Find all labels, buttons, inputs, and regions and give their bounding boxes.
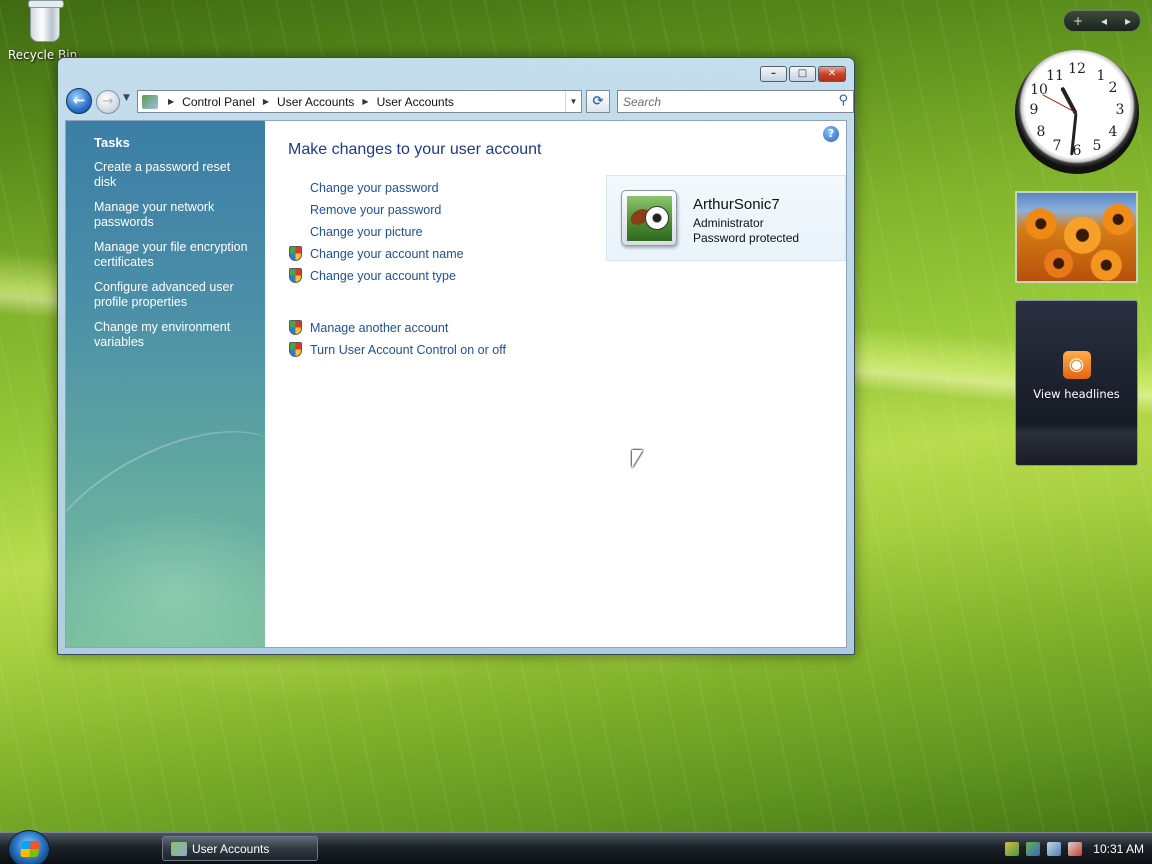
breadcrumb-control-panel[interactable]: Control Panel: [182, 95, 255, 109]
sidebar-controls: + ◂ ▸: [1063, 10, 1141, 32]
previous-page-icon[interactable]: ◂: [1101, 14, 1107, 28]
action-link[interactable]: Turn User Account Control on or off: [310, 343, 506, 357]
rss-feed-icon: ◉: [1062, 351, 1091, 379]
recent-pages-dropdown[interactable]: ▼: [123, 93, 130, 103]
task-configure-advanced-profile-properties[interactable]: Configure advanced user profile properti…: [94, 280, 253, 310]
network-icon[interactable]: [1047, 842, 1062, 856]
add-gadget-icon[interactable]: +: [1073, 14, 1083, 28]
action-turn-uac-on-off[interactable]: Turn User Account Control on or off: [288, 339, 828, 361]
user-accounts-icon: [171, 841, 187, 856]
chevron-right-icon[interactable]: ▶: [263, 97, 269, 106]
view-headlines-label[interactable]: View headlines: [1016, 387, 1137, 401]
page-title: Make changes to your user account: [288, 141, 542, 158]
clock-numeral: 5: [1092, 138, 1102, 154]
account-name: ArthurSonic7: [693, 196, 780, 213]
task-create-password-reset-disk[interactable]: Create a password reset disk: [94, 160, 253, 190]
volume-muted-icon[interactable]: [1068, 842, 1083, 856]
clock-numeral: 12: [1068, 61, 1086, 77]
recycle-bin-icon: [28, 0, 64, 42]
uac-shield-icon: [289, 320, 302, 335]
slideshow-gadget[interactable]: [1015, 191, 1138, 283]
clock-numeral: 9: [1029, 102, 1039, 118]
task-change-environment-variables[interactable]: Change my environment variables: [94, 320, 253, 350]
chevron-right-icon[interactable]: ▶: [168, 97, 174, 106]
mouse-pointer-icon: [632, 450, 643, 468]
clock-gadget[interactable]: 12 1 2 3 4 5 6 7 8 9 10 11: [1015, 50, 1139, 174]
taskbar-button-user-accounts[interactable]: User Accounts: [162, 836, 318, 861]
uac-shield-icon: [289, 268, 302, 283]
action-link[interactable]: Change your account name: [310, 247, 464, 261]
breadcrumb-user-accounts[interactable]: User Accounts: [277, 95, 354, 109]
back-button[interactable]: ←: [66, 88, 92, 114]
breadcrumb-user-accounts-current[interactable]: User Accounts: [377, 95, 454, 109]
start-button[interactable]: [8, 830, 50, 864]
taskbar-clock[interactable]: 10:31 AM: [1093, 842, 1144, 856]
address-dropdown-button[interactable]: ▼: [565, 91, 581, 112]
control-panel-icon: [142, 94, 158, 109]
forward-button[interactable]: →: [96, 90, 120, 114]
minimize-button[interactable]: –: [760, 66, 787, 82]
tasks-pane: Tasks Create a password reset disk Manag…: [66, 121, 265, 647]
soccer-ball-icon: [645, 206, 669, 230]
account-summary-card: ArthurSonic7 Administrator Password prot…: [606, 175, 846, 261]
account-picture: [627, 196, 672, 241]
chevron-right-icon[interactable]: ▶: [362, 97, 368, 106]
clock-numeral: 8: [1036, 124, 1046, 140]
clock-numeral: 2: [1108, 80, 1118, 96]
navigation-bar: ← → ▼ ▶ Control Panel ▶ User Accounts ▶ …: [66, 88, 854, 114]
search-icon[interactable]: ⚲: [838, 93, 848, 108]
tasks-heading: Tasks: [94, 135, 130, 150]
user-accounts-window: – □ ✕ ← → ▼ ▶ Control Panel ▶ User Accou…: [57, 57, 855, 655]
action-link[interactable]: Manage another account: [310, 321, 448, 335]
windows-update-icon[interactable]: [1026, 842, 1041, 856]
clock-numeral: 11: [1046, 68, 1064, 84]
caption-buttons: – □ ✕: [760, 66, 846, 82]
notification-area: 10:31 AM: [1005, 833, 1152, 864]
action-link[interactable]: Change your account type: [310, 269, 456, 283]
account-password-status: Password protected: [693, 231, 800, 245]
maximize-button[interactable]: □: [789, 66, 816, 82]
recycle-bin-desktop-icon[interactable]: Recycle Bin: [8, 0, 77, 62]
task-manage-network-passwords[interactable]: Manage your network passwords: [94, 200, 253, 230]
avatar: [621, 190, 677, 246]
address-bar[interactable]: ▶ Control Panel ▶ User Accounts ▶ User A…: [137, 90, 582, 113]
taskbar: User Accounts 10:31 AM: [0, 830, 1152, 864]
account-role: Administrator: [693, 216, 764, 230]
security-center-icon[interactable]: [1005, 842, 1020, 856]
next-page-icon[interactable]: ▸: [1125, 14, 1131, 28]
window-client-area: Tasks Create a password reset disk Manag…: [65, 120, 847, 648]
action-link[interactable]: Change your password: [310, 181, 439, 195]
help-icon[interactable]: ?: [823, 126, 839, 142]
action-change-account-type[interactable]: Change your account type: [288, 265, 828, 287]
taskbar-button-label: User Accounts: [192, 841, 270, 856]
search-box[interactable]: ⚲: [617, 90, 854, 113]
uac-shield-icon: [289, 342, 302, 357]
action-link[interactable]: Change your picture: [310, 225, 423, 239]
task-manage-file-encryption-certificates[interactable]: Manage your file encryption certificates: [94, 240, 253, 270]
clock-numeral: 7: [1052, 138, 1062, 154]
search-input[interactable]: [618, 91, 828, 113]
action-manage-another-account[interactable]: Manage another account: [288, 317, 828, 339]
uac-shield-icon: [289, 246, 302, 261]
feed-headlines-gadget[interactable]: ◉ View headlines: [1015, 300, 1138, 466]
clock-numeral: 3: [1115, 102, 1125, 118]
refresh-button[interactable]: ⟳: [586, 90, 610, 113]
action-link[interactable]: Remove your password: [310, 203, 441, 217]
close-button[interactable]: ✕: [818, 66, 846, 82]
